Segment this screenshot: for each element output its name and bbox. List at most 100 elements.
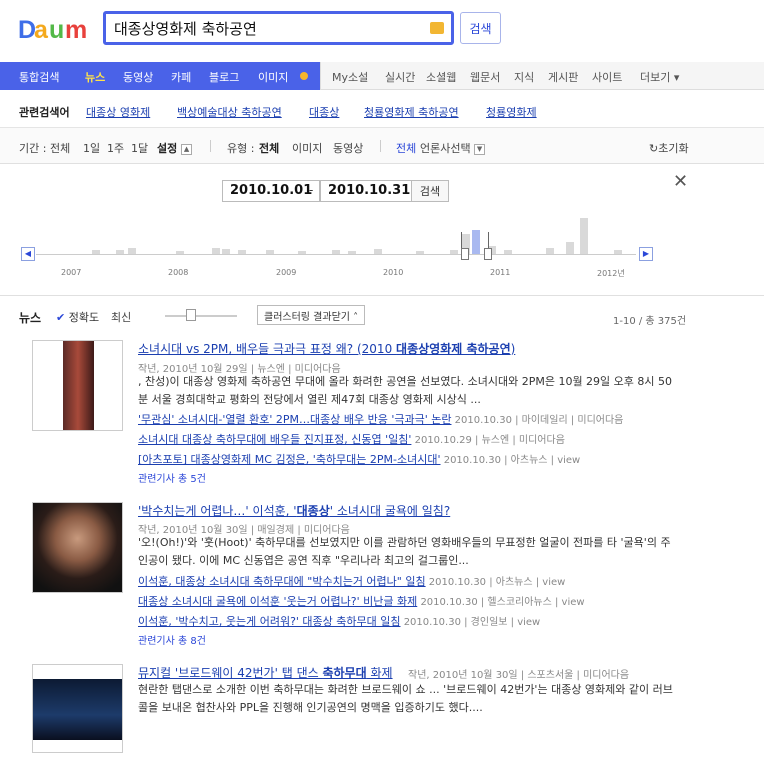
range-handle-right[interactable] (484, 248, 492, 260)
sub-article-meta: 2010.10.30 | 마이데일리 | 미디어다음 (454, 415, 624, 426)
range-handle-left[interactable] (461, 248, 469, 260)
thumbnail-image[interactable] (32, 502, 123, 593)
related-item[interactable]: 백상예술대상 축하공연 (177, 104, 282, 120)
tab-more-label: 더보기 (640, 71, 671, 84)
type-video[interactable]: 동영상 (333, 140, 363, 156)
title-part: 소녀시대 vs 2PM, 배우들 극과극 표정 왜? (2010 (138, 342, 397, 356)
related-count-link[interactable]: 관련기사 총 5건 (138, 470, 206, 485)
search-input[interactable] (114, 18, 424, 38)
period-1w[interactable]: 1주 (107, 140, 124, 156)
caret-up-icon: ▲ (181, 143, 193, 155)
tab-site[interactable]: 사이트 (592, 69, 622, 85)
press-select[interactable]: 언론사선택 ▼ (420, 140, 486, 156)
result-snippet: , 찬성)이 대종상 영화제 축하공연 무대에 올라 화려한 공연을 선보였다.… (138, 375, 673, 406)
close-icon[interactable]: ✕ (673, 171, 688, 192)
tab-knowledge[interactable]: 지식 (514, 69, 534, 85)
result-title[interactable]: '박수치는게 어렵나…' 이석훈, '대종상' 소녀시대 굴욕에 일침? (138, 502, 450, 519)
tab-news[interactable]: 뉴스 (85, 69, 105, 85)
tab-mysocial[interactable]: My소설 (332, 69, 368, 85)
type-image[interactable]: 이미지 (292, 140, 322, 156)
press-all[interactable]: 전체 (396, 140, 416, 156)
sub-article-meta: 2010.10.29 | 뉴스엔 | 미디어다음 (414, 435, 565, 446)
related-item[interactable]: 대종상 영화제 (86, 104, 150, 120)
press-select-label: 언론사선택 (420, 142, 471, 155)
new-dot-icon (300, 72, 308, 80)
year-label: 2007 (61, 268, 82, 277)
related-searches: 관련검색어 대종상 영화제 백상예술대상 축하공연 대종상 청룡영화제 축하공연… (0, 90, 764, 128)
cluster-label: 클러스터링 결과닫기 (264, 311, 350, 323)
thumbnail-image[interactable] (32, 340, 123, 431)
sub-article-link[interactable]: 이석훈, '박수치고, 웃는게 어려워?' 대종상 축하무대 일침 (138, 615, 401, 628)
tab-socialweb[interactable]: 소셜웹 (426, 69, 456, 85)
svg-text:a: a (34, 16, 49, 44)
sub-article: [아츠포토] 대종상영화제 MC 김정은, '축하무대는 2PM-소녀시대' 2… (138, 451, 580, 467)
sort-recent[interactable]: 최신 (111, 309, 131, 325)
tab-integrated[interactable]: 통합검색 (19, 69, 59, 85)
end-date-field[interactable]: 2010.10.31 (320, 180, 419, 202)
title-part: ) (510, 342, 516, 356)
tab-cafe[interactable]: 카페 (171, 69, 191, 85)
sub-article-link[interactable]: 소녀시대 대종상 축하무대에 배우들 진지표정, 신동엽 '일침' (138, 433, 411, 446)
keyboard-icon[interactable] (430, 22, 444, 34)
result-title[interactable]: 뮤지컬 '브로드웨이 42번가' 탭 댄스 축하무대 화제 (138, 664, 393, 681)
tab-more[interactable]: 더보기 ▾ (640, 69, 679, 85)
results-title: 뉴스 (19, 311, 42, 325)
sort-accuracy[interactable]: ✔ 정확도 (56, 309, 99, 325)
timeline-bar (580, 218, 588, 254)
tab-video[interactable]: 동영상 (123, 69, 153, 85)
period-all[interactable]: 전체 (50, 140, 70, 156)
related-count-link[interactable]: 관련기사 총 8건 (138, 632, 206, 647)
year-label: 2011 (490, 268, 511, 277)
period-1m[interactable]: 1달 (131, 140, 148, 156)
tab-blog[interactable]: 블로그 (209, 69, 239, 85)
tab-board[interactable]: 게시판 (548, 69, 578, 85)
period-custom[interactable]: 설정 ▲ (157, 140, 193, 156)
date-search-button[interactable]: 검색 (411, 180, 449, 202)
reset-label: 초기화 (658, 142, 689, 155)
period-custom-label: 설정 (157, 142, 178, 155)
date-timeline: 2010.10.01 - 2010.10.31 검색 ✕ ◀ ▶ 2007 20… (0, 164, 764, 296)
tab-webdoc[interactable]: 웹문서 (470, 69, 500, 85)
start-date-field[interactable]: 2010.10.01 (222, 180, 321, 202)
sort-slider[interactable] (165, 315, 237, 317)
result-title[interactable]: 소녀시대 vs 2PM, 배우들 극과극 표정 왜? (2010 대종상영화제 … (138, 340, 515, 357)
sub-article-link[interactable]: 대종상 소녀시대 굴욕에 이석훈 '웃는거 어렵나?' 비난글 화제 (138, 595, 417, 608)
divider (210, 140, 211, 152)
svg-text:m: m (65, 16, 87, 44)
tab-realtime[interactable]: 실시간 (385, 69, 415, 85)
sub-article-link[interactable]: '무관심' 소녀시대-'열렬 환호' 2PM…대종상 배우 반응 '극과극' 논… (138, 413, 451, 426)
related-item[interactable]: 청룡영화제 축하공연 (364, 104, 459, 120)
result-meta: 작년, 2010년 10월 30일 | 스포츠서울 | 미디어다음 (408, 670, 630, 681)
divider (380, 140, 381, 152)
slider-knob[interactable] (186, 309, 196, 321)
result-snippet: 현란한 탭댄스로 소개한 이번 축하무대는 화려한 브로드웨이 쇼 ... '브… (138, 683, 673, 714)
type-label: 유형 : (227, 142, 255, 155)
related-item[interactable]: 대종상 (309, 104, 339, 120)
type-all[interactable]: 전체 (259, 140, 279, 156)
search-box[interactable] (103, 11, 454, 45)
timeline-bars (36, 204, 636, 254)
tab-image[interactable]: 이미지 (258, 69, 288, 85)
results-header: 뉴스 ✔ 정확도 최신 클러스터링 결과닫기 ˄ 1-10 / 총 375건 (0, 296, 764, 332)
filter-bar: 기간 : 전체 1일 1주 1달 설정 ▲ 유형 : 전체 이미지 동영상 전체… (0, 128, 764, 164)
sub-article-meta: 2010.10.30 | 헬스코리아뉴스 | view (420, 597, 585, 608)
timeline-prev-icon[interactable]: ◀ (21, 247, 35, 261)
thumbnail-image[interactable] (32, 664, 123, 753)
timeline-next-icon[interactable]: ▶ (639, 247, 653, 261)
related-item[interactable]: 청룡영화제 (486, 104, 537, 120)
period-1d[interactable]: 1일 (83, 140, 100, 156)
sub-article-link[interactable]: 이석훈, 대종상 소녀시대 축하무대에 "박수치는거 어렵나" 일침 (138, 575, 426, 588)
sub-article: 이석훈, 대종상 소녀시대 축하무대에 "박수치는거 어렵나" 일침 2010.… (138, 573, 565, 589)
reset-button[interactable]: ↻초기화 (649, 140, 689, 156)
sub-article-link[interactable]: [아츠포토] 대종상영화제 MC 김정은, '축하무대는 2PM-소녀시대' (138, 453, 441, 466)
cluster-toggle-button[interactable]: 클러스터링 결과닫기 ˄ (257, 305, 366, 325)
result-count: 1-10 / 총 375건 (613, 316, 687, 327)
timeline-bar (566, 242, 574, 254)
sub-article-meta: 2010.10.30 | 아츠뉴스 | view (443, 455, 581, 466)
sub-article-meta: 2010.10.30 | 경인일보 | view (403, 617, 541, 628)
sort-accuracy-label: 정확도 (68, 311, 100, 324)
caret-down-icon: ▼ (474, 143, 486, 155)
title-part: ' 소녀시대 굴욕에 일침? (329, 504, 451, 518)
search-button[interactable]: 검색 (460, 12, 501, 44)
daum-logo[interactable]: D a u m (18, 14, 92, 44)
